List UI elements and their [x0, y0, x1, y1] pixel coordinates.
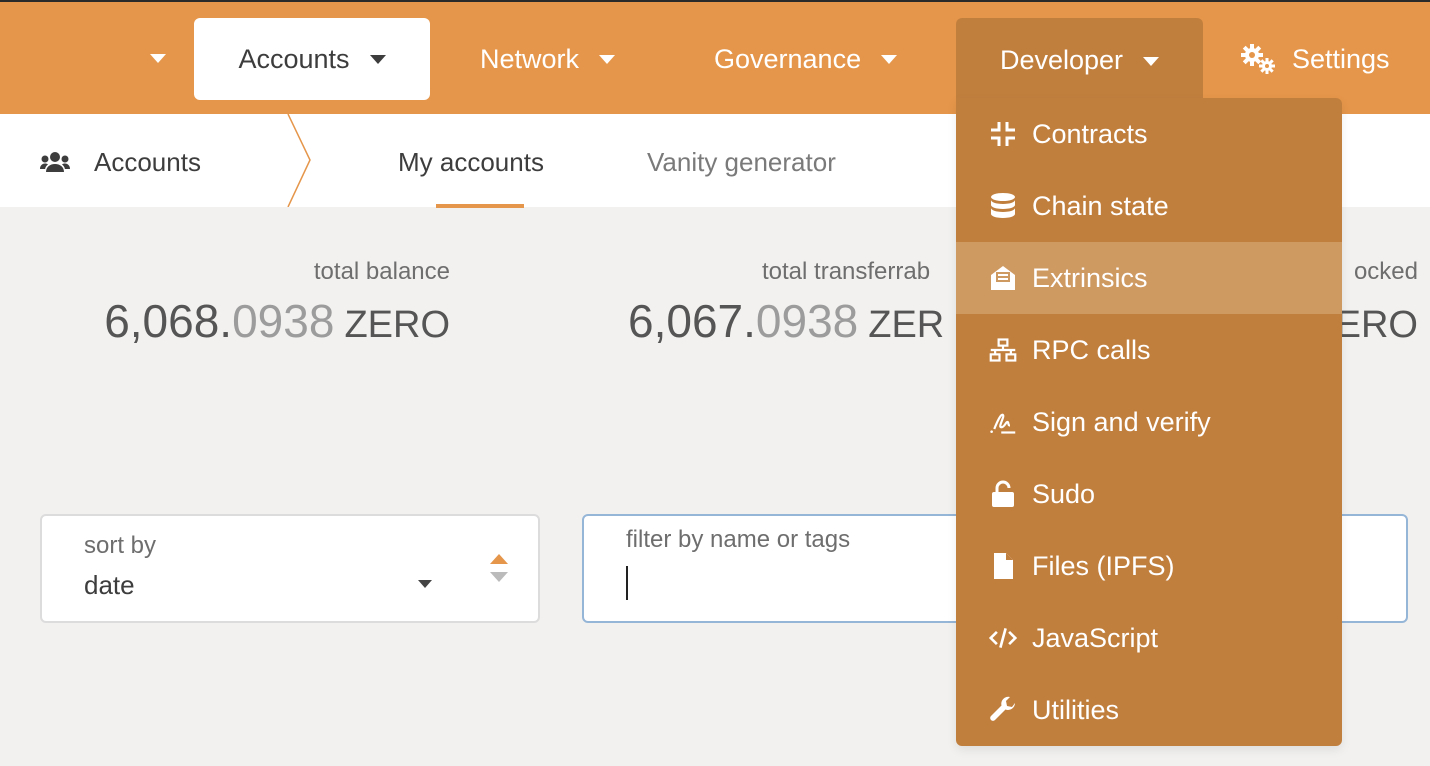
nav-settings[interactable]: Settings — [1240, 18, 1390, 100]
breadcrumb-separator — [287, 114, 311, 207]
menu-item-rpc-calls[interactable]: RPC calls — [956, 314, 1342, 386]
cogs-icon — [1240, 43, 1278, 75]
chevron-down-icon — [418, 580, 432, 588]
menu-item-contracts[interactable]: Contracts — [956, 98, 1342, 170]
sort-by-dropdown[interactable]: sort by date — [40, 514, 540, 623]
total-balance-label: total balance — [313, 258, 450, 285]
file-icon — [988, 551, 1018, 581]
menu-item-files-ipfs[interactable]: Files (IPFS) — [956, 530, 1342, 602]
chevron-down-icon — [881, 54, 898, 64]
section-title: Accounts — [40, 144, 201, 180]
chain-selector-caret-icon[interactable] — [150, 54, 166, 63]
menu-item-label: RPC calls — [1032, 334, 1151, 365]
total-balance-value: 6,068.0938 ZERO — [104, 294, 450, 348]
menu-item-chain-state[interactable]: Chain state — [956, 170, 1342, 242]
menu-item-label: Extrinsics — [1032, 262, 1148, 293]
total-balance-unit: ZERO — [344, 304, 450, 346]
nav-settings-label: Settings — [1292, 43, 1390, 74]
code-icon — [988, 623, 1018, 653]
nav-governance-label: Governance — [714, 43, 862, 74]
total-locked-label: ocked — [1353, 258, 1418, 285]
envelope-open-text-icon — [988, 263, 1018, 293]
menu-item-label: Contracts — [1032, 118, 1148, 149]
total-locked-unit: ERO — [1335, 304, 1418, 346]
menu-item-label: Utilities — [1032, 694, 1120, 725]
database-icon — [988, 191, 1018, 221]
menu-item-label: JavaScript — [1032, 622, 1159, 653]
menu-item-label: Sudo — [1032, 478, 1096, 509]
menu-item-utilities[interactable]: Utilities — [956, 674, 1342, 746]
developer-dropdown-menu: Contracts Chain state Extrinsics RPC cal… — [956, 98, 1342, 746]
users-icon — [40, 152, 70, 172]
total-transferrable-int: 6,067. — [628, 295, 756, 347]
menu-item-sudo[interactable]: Sudo — [956, 458, 1342, 530]
compress-icon — [988, 119, 1018, 149]
filter-label: filter by name or tags — [626, 526, 851, 553]
total-balance-int: 6,068. — [104, 295, 233, 347]
top-navbar: Accounts Network Governance Settings Dev… — [0, 0, 1430, 116]
nav-accounts-label: Accounts — [238, 43, 350, 74]
nav-governance[interactable]: Governance — [714, 18, 898, 100]
nav-network[interactable]: Network — [480, 18, 616, 100]
tab-my-accounts[interactable]: My accounts — [398, 144, 544, 180]
total-transferrable-unit: ZER — [868, 304, 945, 346]
chevron-down-icon — [369, 54, 386, 64]
tab-vanity-generator-label: Vanity generator — [647, 146, 836, 177]
menu-item-label: Files (IPFS) — [1032, 550, 1175, 581]
menu-item-javascript[interactable]: JavaScript — [956, 602, 1342, 674]
active-tab-indicator — [436, 204, 524, 208]
tab-my-accounts-label: My accounts — [398, 146, 544, 177]
total-transferrable-dec: 0938 — [755, 295, 859, 347]
tab-vanity-generator[interactable]: Vanity generator — [647, 144, 836, 180]
total-balance-dec: 0938 — [232, 295, 335, 347]
menu-item-label: Sign and verify — [1032, 406, 1211, 437]
network-wired-icon — [988, 335, 1018, 365]
sort-order-toggle-icon[interactable] — [488, 552, 510, 584]
sort-by-label: sort by — [84, 532, 157, 559]
wrench-icon — [988, 695, 1018, 725]
section-title-label: Accounts — [94, 146, 201, 177]
nav-accounts[interactable]: Accounts — [194, 18, 430, 100]
chevron-down-icon — [1143, 57, 1160, 66]
text-cursor — [626, 566, 628, 600]
total-transferrable-value: 6,067.0938 ZER — [628, 294, 944, 348]
nav-developer-label: Developer — [999, 45, 1124, 75]
menu-item-label: Chain state — [1032, 190, 1169, 221]
menu-item-extrinsics[interactable]: Extrinsics — [956, 242, 1342, 314]
sort-by-value: date — [84, 570, 135, 600]
signature-icon — [988, 407, 1018, 437]
chevron-down-icon — [599, 54, 616, 64]
lock-open-icon — [988, 479, 1018, 509]
menu-item-sign-and-verify[interactable]: Sign and verify — [956, 386, 1342, 458]
total-transferrable-label: total transferrab — [762, 258, 931, 285]
nav-network-label: Network — [480, 43, 580, 74]
